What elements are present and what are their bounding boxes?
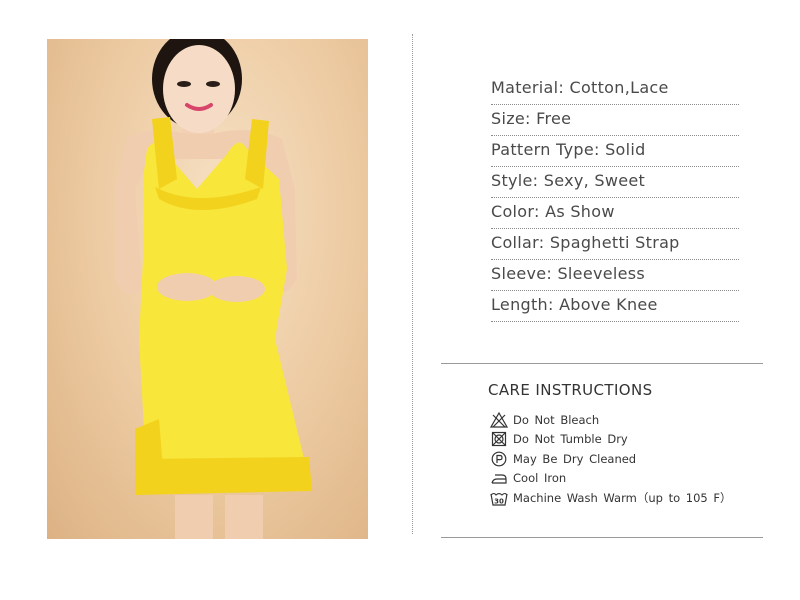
dry-clean-p-icon xyxy=(490,451,508,467)
care-list: Do Not Bleach Do Not Tumble Dry May Be D… xyxy=(490,410,732,508)
cool-iron-icon xyxy=(490,470,508,486)
care-item-do-not-bleach: Do Not Bleach xyxy=(490,410,732,430)
spec-size: Size: Free xyxy=(491,106,739,136)
spec-collar: Collar: Spaghetti Strap xyxy=(491,230,739,260)
spec-style: Style: Sexy, Sweet xyxy=(491,168,739,198)
care-item-machine-wash: 30 Machine Wash Warm（up to 105 F） xyxy=(490,488,732,508)
spec-color: Color: As Show xyxy=(491,199,739,229)
spec-material: Material: Cotton,Lace xyxy=(491,75,739,105)
care-bottom-divider xyxy=(441,537,763,538)
machine-wash-30-icon: 30 xyxy=(490,490,508,506)
care-text: Cool Iron xyxy=(513,471,567,486)
care-instructions-title: CARE INSTRUCTIONS xyxy=(488,381,653,399)
spec-length: Length: Above Knee xyxy=(491,292,739,322)
model-illustration xyxy=(115,39,312,539)
spec-pattern-type: Pattern Type: Solid xyxy=(491,137,739,167)
do-not-bleach-icon xyxy=(490,411,508,428)
care-text: May Be Dry Cleaned xyxy=(513,451,637,466)
spec-sleeve: Sleeve: Sleeveless xyxy=(491,261,739,291)
wash-temp-label: 30 xyxy=(494,497,504,505)
care-item-cool-iron: Cool Iron xyxy=(490,469,732,489)
care-text: Machine Wash Warm（up to 105 F） xyxy=(513,490,732,505)
vertical-divider xyxy=(412,34,413,534)
spec-list: Material: Cotton,Lace Size: Free Pattern… xyxy=(491,75,739,323)
care-top-divider xyxy=(441,363,763,364)
care-text: Do Not Bleach xyxy=(513,412,600,427)
care-text: Do Not Tumble Dry xyxy=(513,432,628,447)
care-item-dry-clean: May Be Dry Cleaned xyxy=(490,449,732,469)
product-photo xyxy=(47,39,368,539)
do-not-tumble-dry-icon xyxy=(490,431,508,447)
care-item-do-not-tumble-dry: Do Not Tumble Dry xyxy=(490,430,732,450)
